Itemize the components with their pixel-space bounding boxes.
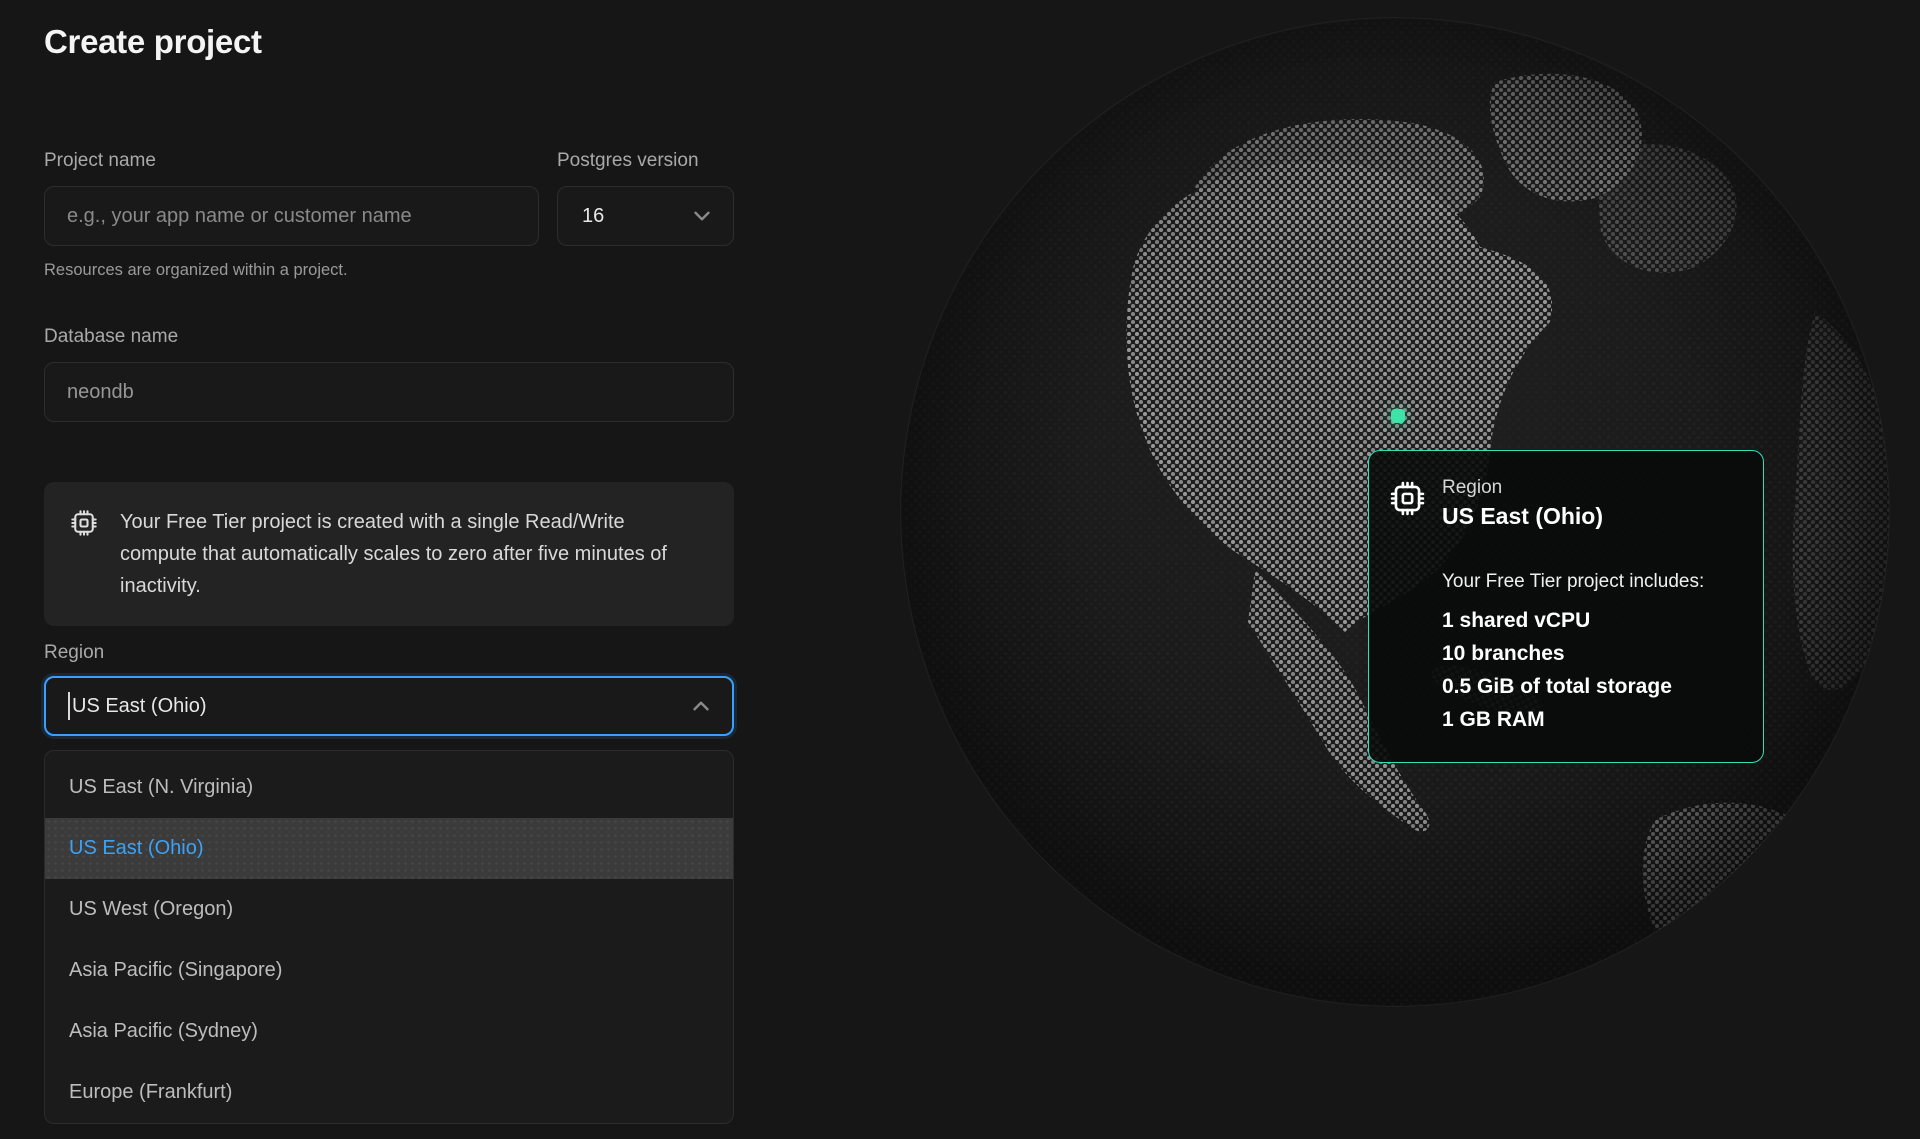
include-item-storage: 0.5 GiB of total storage: [1442, 670, 1735, 703]
region-tooltip-header: Region US East (Ohio): [1389, 477, 1735, 530]
region-combobox[interactable]: US East (Ohio): [44, 676, 734, 736]
project-name-label: Project name: [44, 150, 539, 172]
create-project-form: Create project Project name Postgres ver…: [44, 22, 734, 1124]
region-option-us-east-n-virginia[interactable]: US East (N. Virginia): [45, 757, 733, 818]
cpu-icon: [70, 509, 98, 537]
name-version-row: Project name Postgres version 16: [44, 150, 734, 246]
database-name-label: Database name: [44, 326, 734, 348]
project-help-text: Resources are organized within a project…: [44, 260, 734, 280]
page-title: Create project: [44, 22, 734, 62]
region-tooltip-card: Region US East (Ohio) Your Free Tier pro…: [1368, 450, 1764, 763]
include-item-ram: 1 GB RAM: [1442, 703, 1735, 736]
chevron-up-icon: [688, 693, 714, 719]
include-item-branches: 10 branches: [1442, 637, 1735, 670]
region-option-us-west-oregon[interactable]: US West (Oregon): [45, 879, 733, 940]
includes-heading: Your Free Tier project includes:: [1442, 570, 1735, 594]
create-project-page: Region US East (Ohio) Your Free Tier pro…: [0, 0, 1920, 1139]
region-option-europe-frankfurt[interactable]: Europe (Frankfurt): [45, 1062, 733, 1123]
free-tier-notice: Your Free Tier project is created with a…: [44, 482, 734, 626]
tooltip-region-name: US East (Ohio): [1442, 502, 1603, 530]
region-option-asia-pacific-sydney[interactable]: Asia Pacific (Sydney): [45, 1001, 733, 1062]
region-combobox-value: US East (Ohio): [72, 695, 688, 718]
region-option-us-east-ohio[interactable]: US East (Ohio): [45, 818, 733, 879]
chevron-down-icon: [689, 203, 715, 229]
postgres-version-label: Postgres version: [557, 150, 734, 172]
region-option-asia-pacific-singapore[interactable]: Asia Pacific (Singapore): [45, 940, 733, 1001]
tooltip-region-label: Region: [1442, 477, 1603, 499]
includes-list: 1 shared vCPU 10 branches 0.5 GiB of tot…: [1442, 604, 1735, 736]
postgres-version-value: 16: [582, 205, 604, 228]
region-field: Region US East (Ohio) US East (N. Virgin…: [44, 642, 734, 1124]
project-name-input[interactable]: [44, 186, 539, 246]
free-tier-includes: Your Free Tier project includes: 1 share…: [1442, 570, 1735, 736]
postgres-version-field: Postgres version 16: [557, 150, 734, 246]
region-label: Region: [44, 642, 734, 664]
free-tier-notice-text: Your Free Tier project is created with a…: [120, 506, 685, 602]
database-name-field: Database name: [44, 326, 734, 422]
include-item-vcpu: 1 shared vCPU: [1442, 604, 1735, 637]
region-map-marker[interactable]: [1391, 409, 1405, 423]
database-name-input[interactable]: [44, 362, 734, 422]
cpu-icon: [1389, 480, 1426, 517]
postgres-version-select[interactable]: 16: [557, 186, 734, 246]
project-name-field: Project name: [44, 150, 539, 246]
region-listbox: US East (N. Virginia) US East (Ohio) US …: [44, 750, 734, 1124]
text-caret: [68, 692, 70, 720]
